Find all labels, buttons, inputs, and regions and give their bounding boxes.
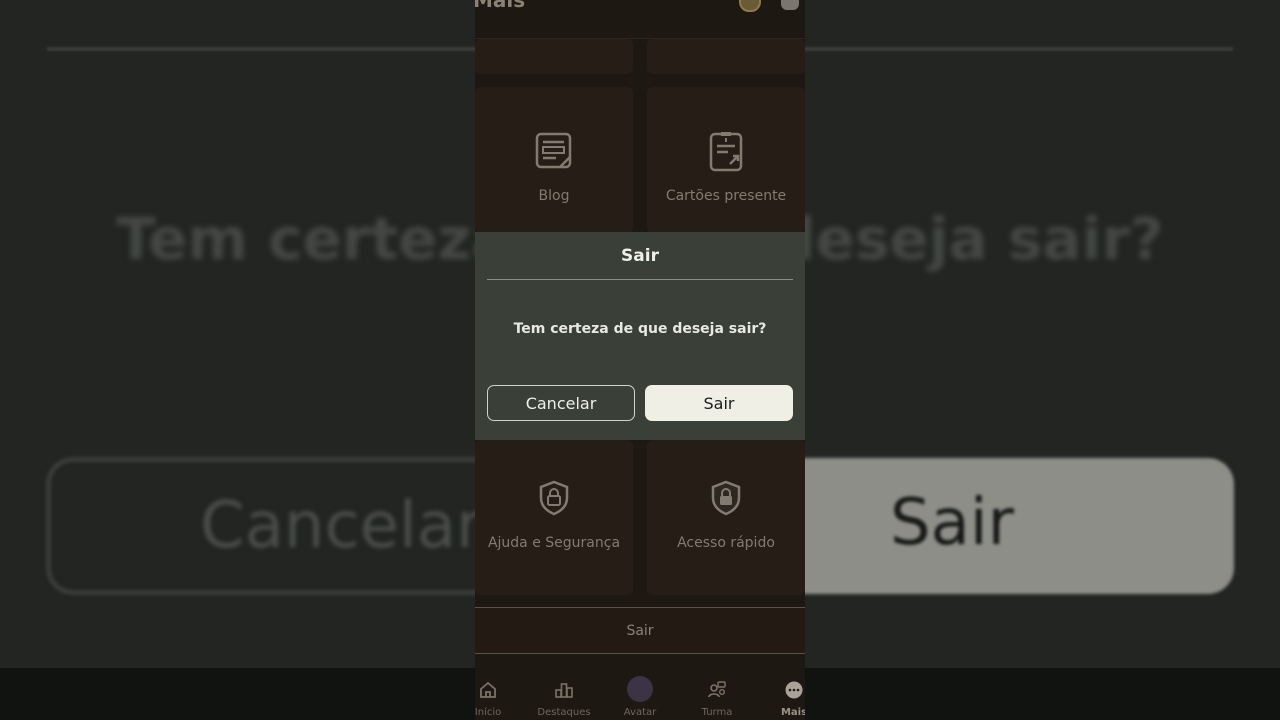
background-cancel-label: Cancelar bbox=[200, 489, 483, 563]
tab-highlights[interactable]: Destaques bbox=[529, 668, 599, 720]
friends-icon bbox=[708, 681, 726, 698]
tab-group-label: Turma bbox=[701, 707, 733, 718]
dialog-title: Sair bbox=[621, 246, 659, 266]
tile-quick-access[interactable]: Acesso rápido bbox=[647, 440, 805, 595]
logout-row-label: Sair bbox=[626, 623, 654, 639]
podium-icon bbox=[555, 683, 573, 698]
logout-dialog: Sair Tem certeza de que deseja sair? Can… bbox=[475, 232, 805, 440]
tile-help-safety[interactable]: Ajuda e Segurança bbox=[475, 440, 633, 595]
quick-access-lock-icon bbox=[711, 480, 741, 516]
logout-row-button[interactable]: Sair bbox=[475, 607, 805, 654]
tab-home[interactable]: Início bbox=[475, 668, 523, 720]
tab-group[interactable]: Turma bbox=[682, 668, 752, 720]
tab-home-label: Início bbox=[475, 707, 502, 718]
tab-highlights-label: Destaques bbox=[537, 707, 591, 718]
more-icon bbox=[785, 681, 803, 699]
tile-blog-label: Blog bbox=[538, 188, 570, 204]
tab-avatar-label: Avatar bbox=[623, 707, 657, 718]
gift-card-icon bbox=[709, 132, 743, 172]
home-icon bbox=[480, 681, 496, 698]
cancel-button[interactable]: Cancelar bbox=[487, 385, 635, 421]
page-title: Mais bbox=[475, 0, 526, 12]
bottom-tab-bar: Início Destaques Avatar Turma Mais bbox=[475, 668, 805, 720]
dialog-divider bbox=[487, 279, 793, 280]
tile-gift-cards-label: Cartões presente bbox=[665, 188, 787, 204]
tab-avatar[interactable]: Avatar bbox=[605, 668, 675, 720]
badge-icon[interactable] bbox=[739, 0, 761, 12]
dialog-message: Tem certeza de que deseja sair? bbox=[513, 321, 767, 337]
confirm-logout-button[interactable]: Sair bbox=[645, 385, 793, 421]
background-sair-label: Sair bbox=[890, 486, 1014, 560]
tile-help-safety-label: Ajuda e Segurança bbox=[487, 535, 621, 551]
tab-more-label: Mais bbox=[780, 707, 805, 718]
tile-quick-access-label: Acesso rápido bbox=[677, 535, 775, 551]
shield-lock-icon bbox=[539, 480, 569, 516]
background-sair-button: Sair bbox=[740, 458, 1234, 594]
tile-top-left[interactable] bbox=[475, 39, 633, 74]
tile-blog[interactable]: Blog bbox=[475, 87, 633, 233]
tile-gift-cards[interactable]: Cartões presente bbox=[647, 87, 805, 233]
tab-more[interactable]: Mais bbox=[759, 668, 805, 720]
tile-top-right[interactable] bbox=[647, 39, 805, 74]
bell-icon[interactable] bbox=[781, 0, 799, 10]
avatar-icon bbox=[627, 676, 653, 702]
blog-icon bbox=[535, 132, 572, 169]
